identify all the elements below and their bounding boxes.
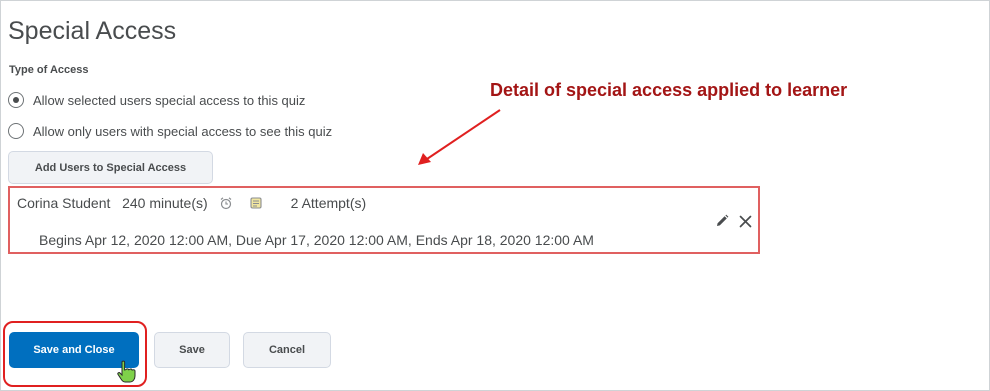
radio-button-checked-icon[interactable] (8, 92, 24, 108)
radio-option-label: Allow selected users special access to t… (33, 92, 306, 108)
page-title: Special Access (8, 17, 177, 45)
save-button[interactable]: Save (154, 332, 230, 368)
hand-cursor-icon (117, 360, 136, 383)
annotation-callout: Detail of special access applied to lear… (490, 80, 848, 100)
add-users-button[interactable]: Add Users to Special Access (8, 151, 213, 184)
edit-pencil-icon[interactable] (715, 214, 729, 228)
alarm-clock-icon (220, 197, 232, 210)
type-of-access-label: Type of Access (9, 64, 89, 76)
radio-button-unchecked-icon[interactable] (8, 123, 24, 139)
entry-dates: Begins Apr 12, 2020 12:00 AM, Due Apr 17… (39, 232, 594, 248)
cancel-button[interactable]: Cancel (243, 332, 331, 368)
learner-name: Corina Student (17, 195, 111, 211)
radio-option-only-special-access[interactable]: Allow only users with special access to … (8, 123, 332, 139)
time-limit: 240 minute(s) (122, 195, 208, 211)
radio-option-selected-users[interactable]: Allow selected users special access to t… (8, 92, 305, 108)
remove-x-icon[interactable] (739, 215, 752, 228)
entry-summary: Corina Student 240 minute(s) 2 Attempt(s… (17, 195, 366, 211)
radio-option-label: Allow only users with special access to … (33, 123, 333, 139)
special-access-entry: Corina Student 240 minute(s) 2 Attempt(s… (8, 186, 760, 254)
timer-icon (250, 197, 262, 209)
attempts: 2 Attempt(s) (290, 195, 367, 211)
annotation-arrow-icon (418, 109, 501, 165)
